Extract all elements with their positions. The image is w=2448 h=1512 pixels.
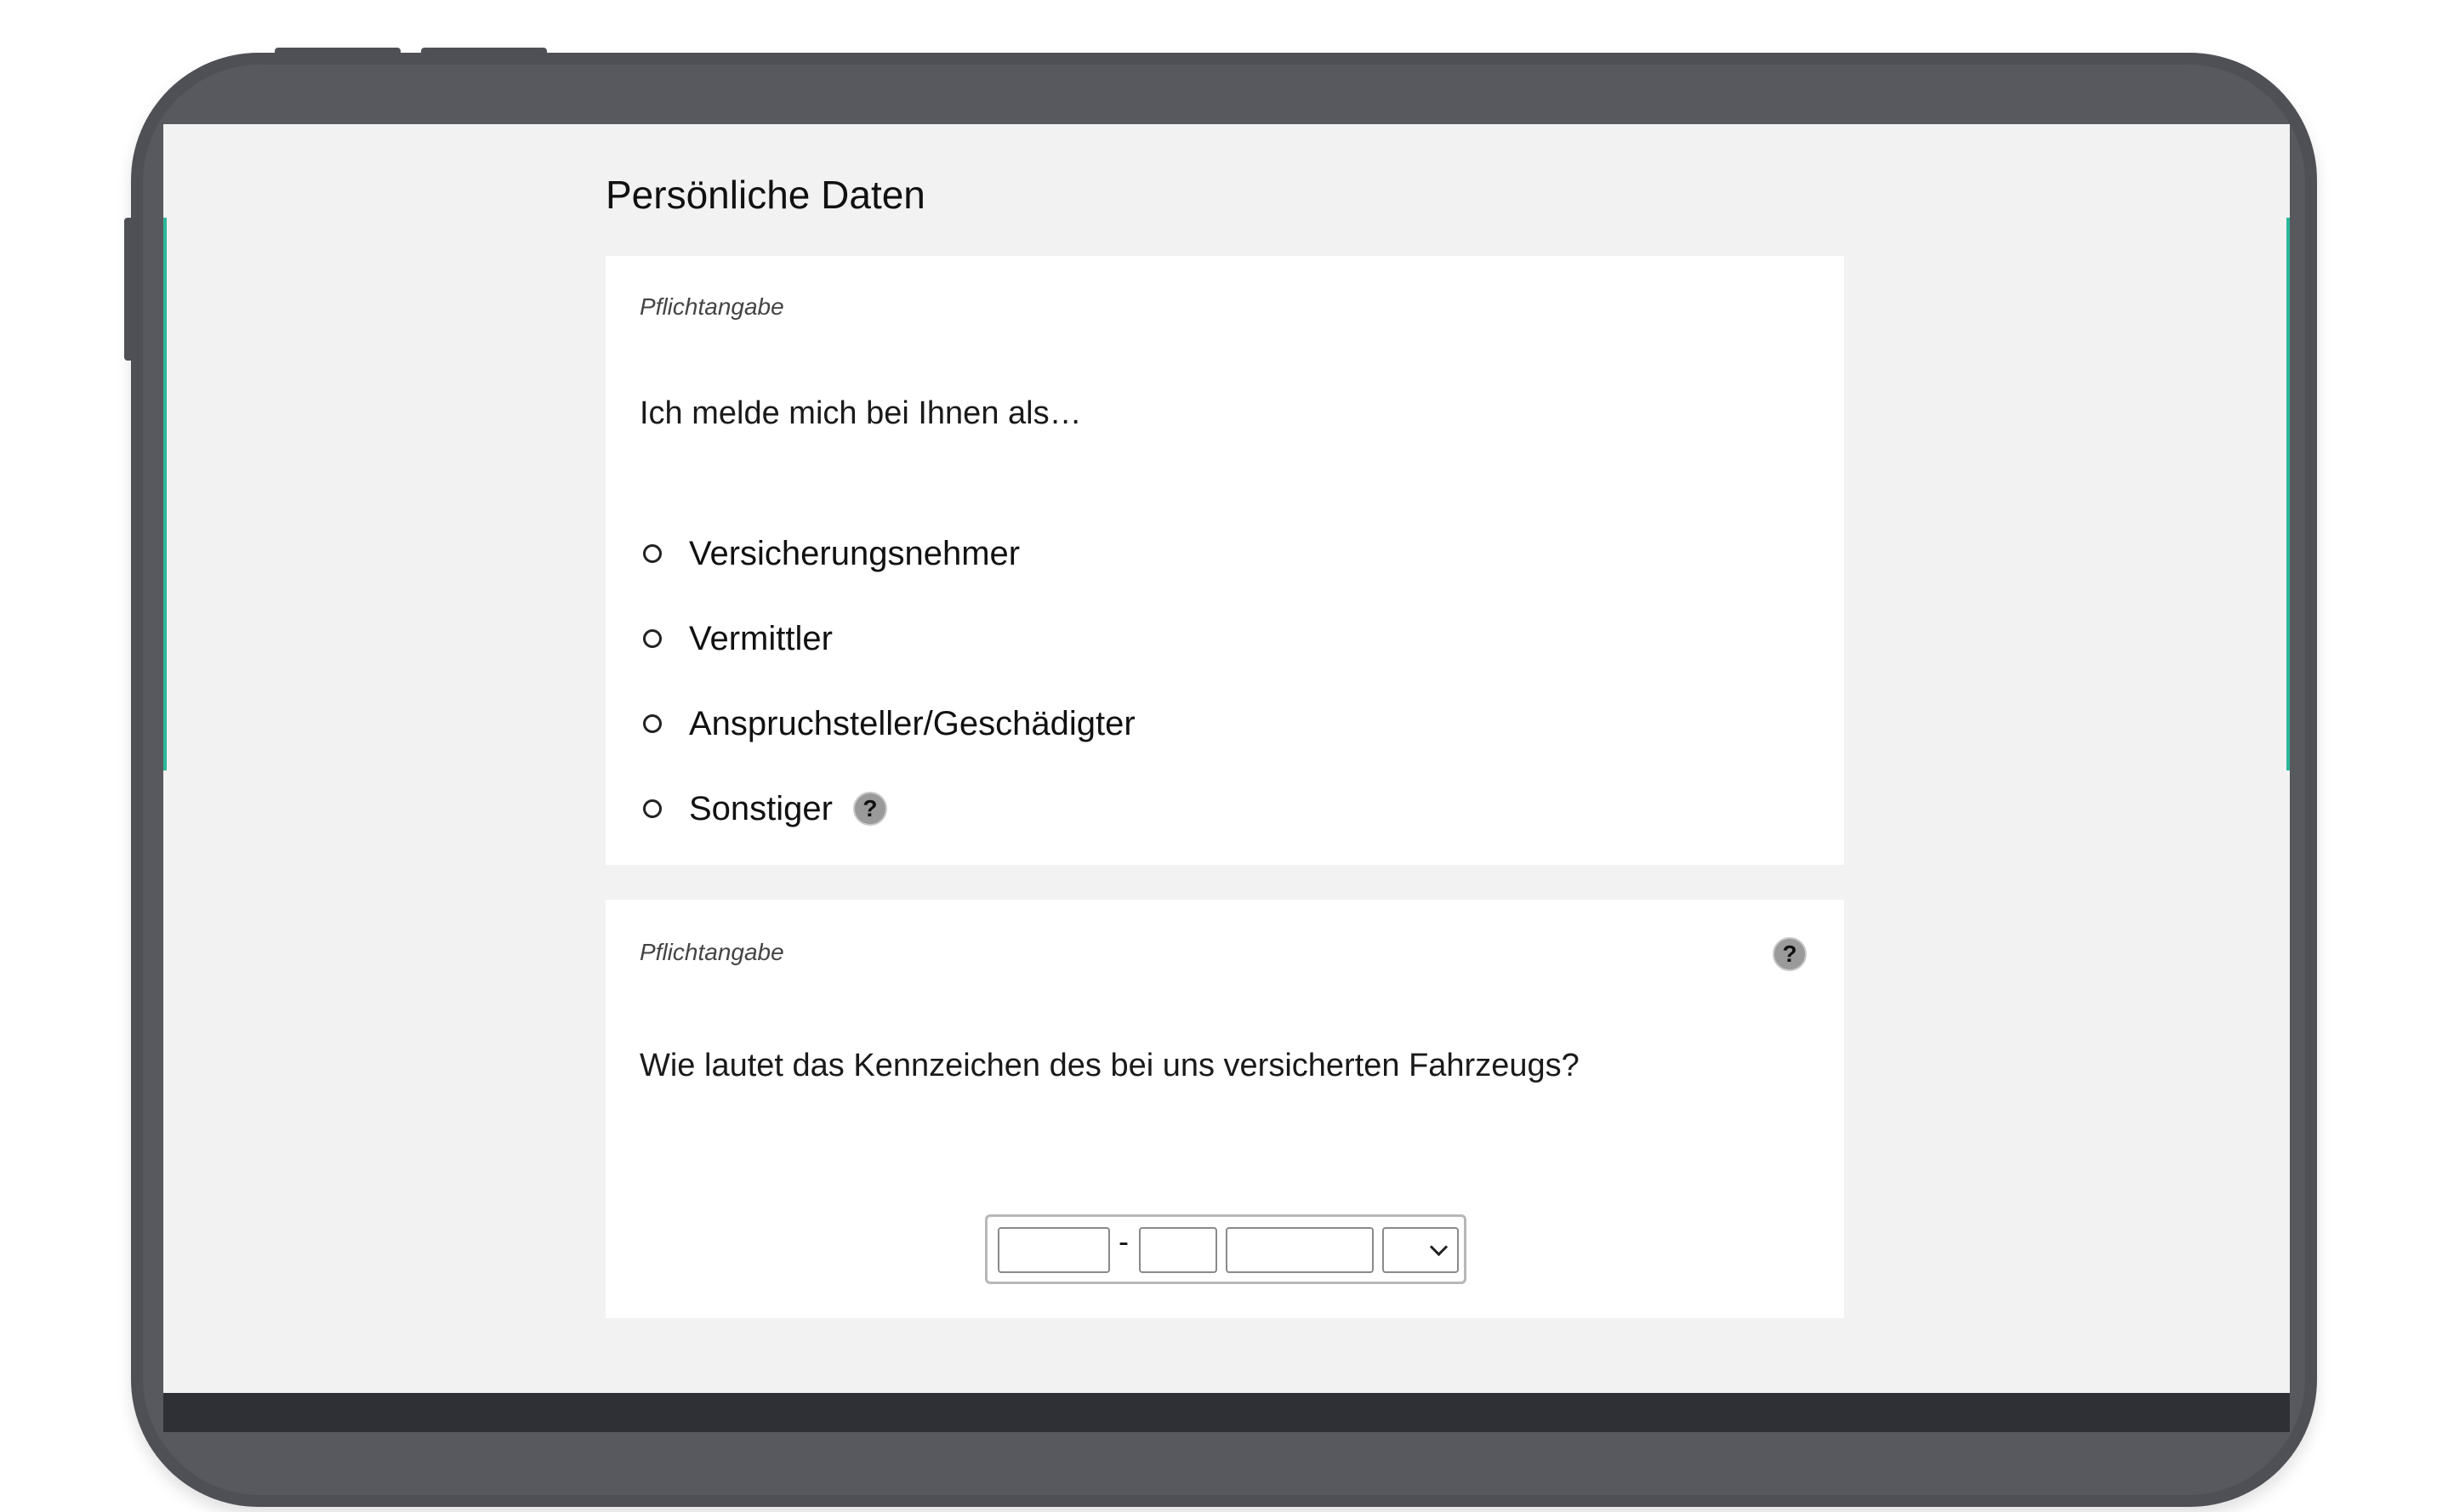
option-label: Versicherungsnehmer bbox=[689, 534, 1021, 572]
role-options: Versicherungsnehmer Vermittler Anspruchs… bbox=[643, 511, 1136, 851]
required-label: Pflichtangabe bbox=[640, 939, 784, 965]
role-question-card: Pflichtangabe Ich melde mich bei Ihnen a… bbox=[606, 256, 1844, 865]
chevron-down-icon bbox=[1429, 1237, 1449, 1257]
question-icon[interactable]: ? bbox=[852, 792, 887, 826]
radio-button[interactable] bbox=[643, 544, 662, 563]
radio-button[interactable] bbox=[643, 799, 662, 818]
radio-button[interactable] bbox=[643, 714, 662, 733]
radio-button[interactable] bbox=[643, 629, 662, 648]
plate-suffix-select[interactable] bbox=[1382, 1227, 1459, 1273]
option-label: Vermittler bbox=[689, 619, 833, 657]
option-versicherungsnehmer[interactable]: Versicherungsnehmer bbox=[643, 511, 1136, 596]
license-plate-card: Pflichtangabe ? Wie lautet das Kennzeich… bbox=[606, 900, 1844, 1318]
page-title: Persönliche Daten bbox=[606, 173, 925, 217]
option-sonstiger[interactable]: Sonstiger ? bbox=[643, 766, 1136, 851]
option-anspruchsteller[interactable]: Anspruchsteller/Geschädigter bbox=[643, 681, 1136, 766]
plate-separator: - bbox=[1119, 1224, 1129, 1259]
screen-bottom-bezel bbox=[163, 1393, 2290, 1432]
device-top-button-2 bbox=[421, 48, 547, 56]
screen: Persönliche Daten Pflichtangabe Ich meld… bbox=[163, 124, 2290, 1432]
accent-line-left bbox=[163, 218, 167, 770]
device-top-button-1 bbox=[275, 48, 401, 56]
accent-line-right bbox=[2286, 218, 2290, 770]
plate-district-input[interactable] bbox=[998, 1227, 1110, 1273]
plate-question-text: Wie lautet das Kennzeichen des bei uns v… bbox=[640, 1048, 1580, 1083]
required-label: Pflichtangabe bbox=[640, 293, 784, 320]
plate-digits-input[interactable] bbox=[1226, 1227, 1374, 1273]
option-label: Anspruchsteller/Geschädigter bbox=[689, 704, 1136, 742]
role-question-text: Ich melde mich bei Ihnen als… bbox=[640, 395, 1082, 431]
option-vermittler[interactable]: Vermittler bbox=[643, 596, 1136, 681]
plate-letters-input[interactable] bbox=[1139, 1227, 1217, 1273]
device-side-button bbox=[124, 218, 134, 361]
license-plate-input-group: - bbox=[985, 1214, 1466, 1284]
question-icon[interactable]: ? bbox=[1773, 937, 1807, 971]
option-label: Sonstiger bbox=[689, 789, 833, 827]
